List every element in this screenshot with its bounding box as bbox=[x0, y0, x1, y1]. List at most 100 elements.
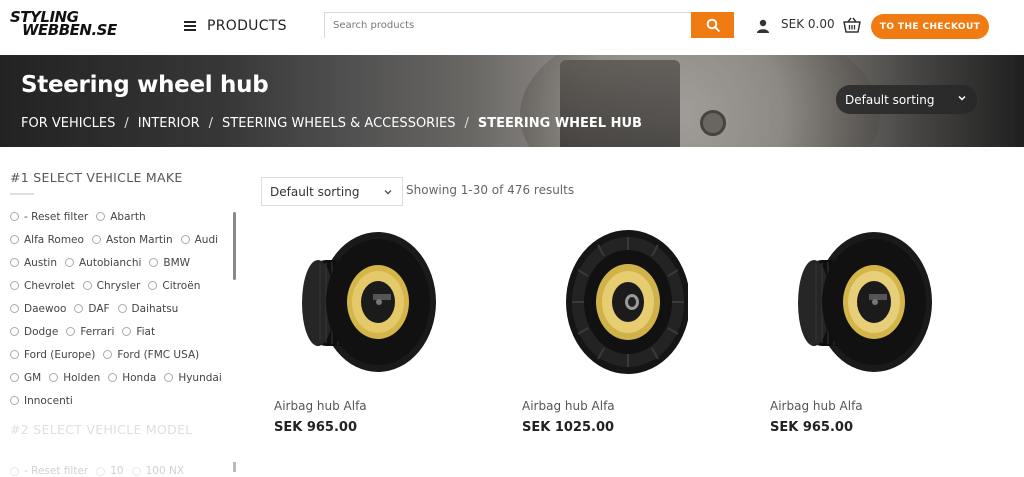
radio-button[interactable] bbox=[117, 304, 127, 313]
radio-button[interactable] bbox=[82, 281, 92, 290]
basket-icon[interactable] bbox=[843, 17, 861, 33]
radio-button[interactable] bbox=[148, 281, 158, 290]
filter-option-make[interactable]: Ford (Europe) bbox=[10, 343, 95, 366]
filter-option-make[interactable]: Chrysler bbox=[82, 274, 140, 297]
search-input[interactable] bbox=[325, 13, 691, 38]
radio-button[interactable] bbox=[122, 327, 132, 336]
filter-option-make[interactable]: Austin bbox=[10, 251, 57, 274]
search-button[interactable] bbox=[691, 12, 734, 38]
filter-label: Daewoo bbox=[24, 302, 67, 315]
steering-hub-image[interactable] bbox=[528, 220, 688, 385]
filter-label: 10 bbox=[110, 465, 124, 477]
filter-option-make[interactable]: - Reset filter bbox=[10, 205, 88, 228]
model-scrollbar[interactable] bbox=[233, 462, 236, 472]
filter-scrollbar[interactable] bbox=[233, 212, 236, 280]
filter-sidebar: #1 SELECT VEHICLE MAKE - Reset filter Aba… bbox=[10, 170, 240, 412]
filter-make-heading: #1 SELECT VEHICLE MAKE bbox=[10, 170, 183, 185]
breadcrumb: FOR VEHICLES / INTERIOR / STEERING WHEEL… bbox=[21, 116, 642, 131]
breadcrumb-link[interactable]: INTERIOR bbox=[138, 116, 200, 131]
filter-label: Ferrari bbox=[80, 325, 115, 338]
product-price: SEK 965.00 bbox=[274, 420, 358, 435]
filter-option-make[interactable]: Abarth bbox=[96, 205, 146, 228]
filter-label: Alfa Romeo bbox=[24, 233, 84, 246]
radio-button[interactable] bbox=[149, 258, 159, 267]
product-name[interactable]: Airbag hub Alfa bbox=[522, 399, 615, 413]
product-card[interactable]: Airbag hub Alfa SEK 965.00 bbox=[756, 215, 988, 445]
radio-button[interactable] bbox=[131, 466, 141, 476]
breadcrumb-link[interactable]: FOR VEHICLES bbox=[21, 116, 115, 131]
filter-option-make[interactable]: Daihatsu bbox=[117, 297, 178, 320]
radio-button[interactable] bbox=[91, 235, 101, 244]
filter-label: Holden bbox=[63, 371, 101, 384]
product-card[interactable]: Airbag hub Alfa SEK 965.00 bbox=[260, 215, 492, 445]
filter-option-make[interactable]: Innocenti bbox=[10, 389, 73, 412]
breadcrumb-link[interactable]: STEERING WHEELS & ACCESSORIES bbox=[222, 116, 455, 131]
radio-button[interactable] bbox=[164, 373, 174, 382]
filter-option-make[interactable]: BMW bbox=[149, 251, 190, 274]
radio-button[interactable] bbox=[180, 235, 190, 244]
radio-button[interactable] bbox=[96, 466, 106, 476]
result-count: Showing 1-30 of 476 results bbox=[406, 183, 575, 197]
radio-button[interactable] bbox=[65, 258, 74, 267]
breadcrumb-separator: / bbox=[124, 116, 129, 131]
filter-label: Hyundai bbox=[178, 371, 222, 384]
filter-option-model[interactable]: - Reset filter bbox=[10, 463, 88, 477]
radio-button[interactable] bbox=[10, 373, 19, 382]
filter-label: 100 NX bbox=[145, 465, 185, 477]
filter-option-make[interactable]: Autobianchi bbox=[65, 251, 141, 274]
filter-option-make[interactable]: Ferrari bbox=[66, 320, 114, 343]
site-header: STYLING WEBBEN.SE PRODUCTS SEK 0.00 TO T… bbox=[0, 0, 1024, 55]
products-menu-label: PRODUCTS bbox=[207, 18, 287, 34]
user-account-icon[interactable] bbox=[756, 19, 770, 33]
products-menu-button[interactable]: PRODUCTS bbox=[184, 16, 287, 36]
filter-option-make[interactable]: Aston Martin bbox=[91, 228, 173, 251]
filter-option-make[interactable]: Citroën bbox=[148, 274, 200, 297]
search-bar bbox=[324, 12, 734, 38]
filter-option-make[interactable]: Daewoo bbox=[10, 297, 66, 320]
category-banner: Steering wheel hub FOR VEHICLES / INTERI… bbox=[0, 55, 1024, 147]
sort-select-label: Default sorting bbox=[270, 184, 360, 199]
filter-option-make[interactable]: GM bbox=[10, 366, 41, 389]
filter-option-make[interactable]: Chevrolet bbox=[10, 274, 75, 297]
radio-button[interactable] bbox=[10, 327, 19, 336]
cart-total[interactable]: SEK 0.00 bbox=[781, 17, 835, 31]
radio-button[interactable] bbox=[10, 396, 19, 405]
filter-option-make[interactable]: Holden bbox=[49, 366, 100, 389]
filter-model-section: #2 SELECT VEHICLE MODEL bbox=[10, 422, 193, 437]
product-card[interactable]: Airbag hub Alfa SEK 1025.00 bbox=[508, 215, 740, 445]
product-name[interactable]: Airbag hub Alfa bbox=[274, 399, 367, 413]
filter-option-make[interactable]: Alfa Romeo bbox=[10, 228, 84, 251]
radio-button[interactable] bbox=[66, 327, 76, 336]
filter-option-model[interactable]: 10 bbox=[96, 463, 124, 477]
checkout-button[interactable]: TO THE CHECKOUT bbox=[871, 14, 989, 39]
filter-label: Audi bbox=[194, 233, 219, 246]
filter-option-make[interactable]: DAF bbox=[74, 297, 110, 320]
product-name[interactable]: Airbag hub Alfa bbox=[770, 399, 863, 413]
steering-hub-image[interactable] bbox=[776, 220, 936, 385]
sort-select[interactable]: Default sorting bbox=[261, 177, 403, 206]
filter-label: Aston Martin bbox=[105, 233, 173, 246]
banner-sort-select[interactable]: Default sorting bbox=[836, 85, 977, 114]
filter-option-make[interactable]: Honda bbox=[108, 366, 156, 389]
radio-button[interactable] bbox=[108, 373, 118, 382]
filter-option-make[interactable]: Audi bbox=[180, 228, 219, 251]
radio-button[interactable] bbox=[10, 304, 19, 313]
radio-button[interactable] bbox=[10, 235, 19, 244]
radio-button[interactable] bbox=[96, 212, 106, 221]
radio-button[interactable] bbox=[10, 281, 19, 290]
filter-option-make[interactable]: Hyundai bbox=[164, 366, 222, 389]
filter-option-make[interactable]: Fiat bbox=[122, 320, 155, 343]
radio-button[interactable] bbox=[10, 466, 19, 476]
radio-button[interactable] bbox=[74, 304, 84, 313]
radio-button[interactable] bbox=[49, 373, 59, 382]
filter-option-make[interactable]: Ford (FMC USA) bbox=[103, 343, 199, 366]
filter-option-make[interactable]: Dodge bbox=[10, 320, 58, 343]
radio-button[interactable] bbox=[10, 212, 19, 221]
site-logo[interactable]: STYLING WEBBEN.SE bbox=[10, 10, 140, 41]
radio-button[interactable] bbox=[10, 258, 19, 267]
filter-label: - Reset filter bbox=[24, 210, 89, 223]
radio-button[interactable] bbox=[10, 350, 19, 359]
radio-button[interactable] bbox=[103, 350, 113, 359]
steering-hub-image[interactable] bbox=[280, 220, 440, 385]
filter-option-model[interactable]: 100 NX bbox=[131, 463, 185, 477]
